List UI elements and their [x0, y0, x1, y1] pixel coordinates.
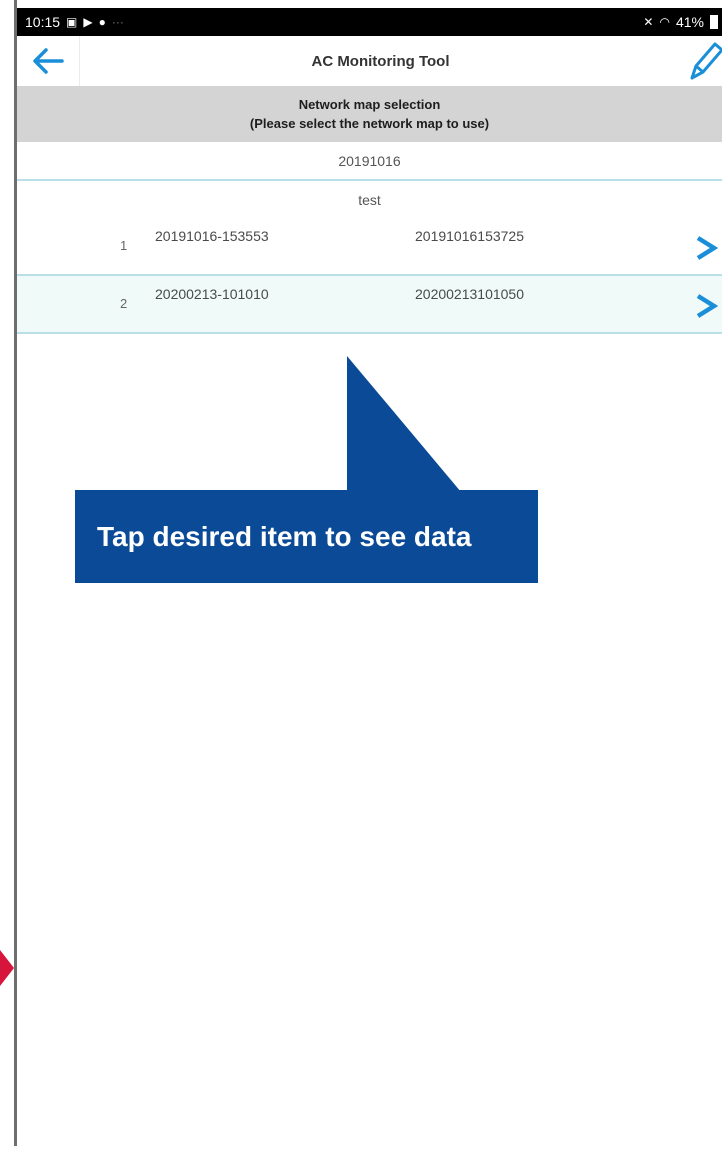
- chevron-right-icon[interactable]: [692, 292, 722, 320]
- row-map-name: 20191016-153553: [155, 228, 269, 244]
- device-bottom-edge: [14, 1146, 722, 1154]
- battery-percent: 41%: [675, 14, 704, 30]
- row-index: 1: [120, 238, 128, 253]
- status-time: 10:15: [25, 14, 61, 30]
- status-right: ✕ ◠ 41%: [643, 14, 718, 30]
- back-button[interactable]: [17, 36, 80, 86]
- chevron-right-icon[interactable]: [692, 234, 722, 262]
- callout-pointer: [347, 356, 461, 492]
- callout-text: Tap desired item to see data: [97, 520, 472, 552]
- app-title: AC Monitoring Tool: [311, 52, 450, 70]
- app-bar: AC Monitoring Tool: [17, 36, 722, 87]
- red-pointer-marker: [0, 950, 14, 986]
- wifi-icon: ◠: [659, 15, 670, 29]
- section-subtitle: (Please select the network map to use): [249, 116, 490, 131]
- map-row[interactable]: 2 20200213-101010 20200213101050: [17, 276, 722, 334]
- map-list: 1 20191016-153553 20191016153725 2 20200…: [17, 218, 722, 334]
- group-row-20191016[interactable]: 20191016: [17, 142, 722, 181]
- section-title: Network map selection: [298, 97, 441, 112]
- group-row-test[interactable]: test: [17, 181, 722, 220]
- row-timestamp: 20200213101050: [415, 286, 525, 302]
- play-icon: ▶: [83, 15, 93, 29]
- status-bar: 10:15 ▣ ▶ ● ··· ✕ ◠ 41%: [17, 8, 722, 36]
- map-row[interactable]: 1 20191016-153553 20191016153725: [17, 218, 722, 276]
- battery-icon: [710, 15, 718, 29]
- notification-icon: ●: [98, 15, 106, 29]
- mute-icon: ✕: [643, 15, 654, 29]
- gallery-icon: ▣: [66, 15, 78, 29]
- row-timestamp: 20191016153725: [415, 228, 525, 244]
- row-map-name: 20200213-101010: [155, 286, 269, 302]
- arrow-left-icon: [33, 48, 64, 74]
- edit-button[interactable]: [682, 40, 722, 82]
- pencil-icon: [690, 42, 722, 80]
- app-screen: 10:15 ▣ ▶ ● ··· ✕ ◠ 41% AC Monitoring To…: [17, 0, 722, 1146]
- more-icon: ···: [111, 15, 124, 29]
- section-header: Network map selection (Please select the…: [17, 86, 722, 142]
- status-left: 10:15 ▣ ▶ ● ···: [25, 14, 124, 30]
- row-index: 2: [120, 296, 128, 311]
- callout-box: Tap desired item to see data: [75, 490, 538, 583]
